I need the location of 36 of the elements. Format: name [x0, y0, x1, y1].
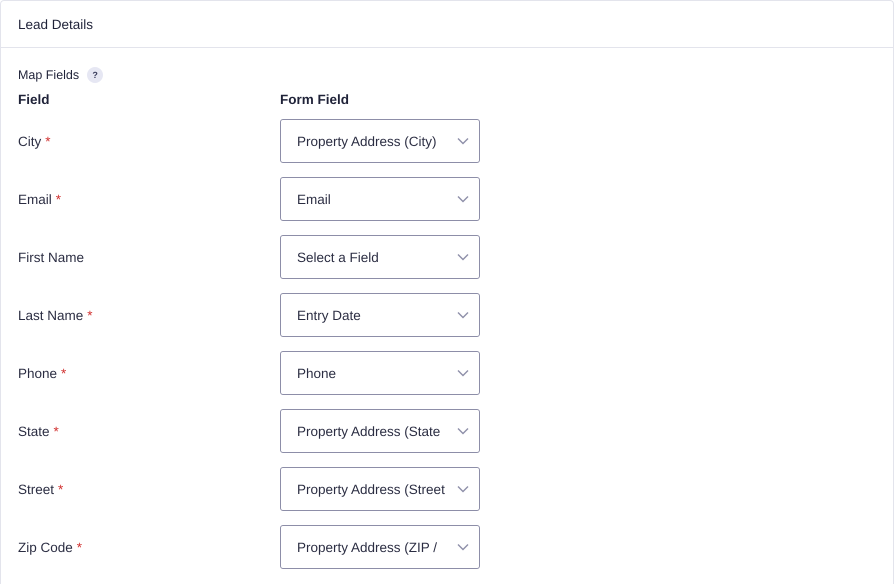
- chevron-down-icon: [457, 485, 469, 493]
- required-mark: *: [54, 424, 59, 438]
- form-field-select[interactable]: Property Address (ZIP /: [280, 525, 480, 569]
- chevron-down-icon: [457, 311, 469, 319]
- field-label: Street: [18, 482, 54, 496]
- field-label: First Name: [18, 250, 84, 264]
- form-field-select[interactable]: Property Address (Street: [280, 467, 480, 511]
- form-field-select[interactable]: Entry Date: [280, 293, 480, 337]
- required-mark: *: [61, 366, 66, 380]
- field-label: State: [18, 424, 50, 438]
- field-label: City: [18, 134, 42, 148]
- chevron-down-icon: [457, 369, 469, 377]
- required-mark: *: [58, 482, 64, 496]
- required-mark: *: [45, 134, 51, 148]
- chevron-down-icon: [457, 427, 469, 435]
- chevron-down-icon: [457, 195, 469, 203]
- chevron-down-icon: [457, 543, 469, 551]
- field-label: Zip Code: [18, 540, 73, 554]
- column-header: Form Field: [280, 92, 350, 107]
- required-mark: *: [56, 192, 62, 206]
- form-field-select[interactable]: Property Address (State: [280, 409, 480, 453]
- field-label: Last Name: [18, 308, 84, 322]
- help-badge[interactable]: ?: [87, 67, 104, 83]
- form-field-select[interactable]: Property Address (City): [280, 119, 480, 163]
- form-field-select[interactable]: Phone: [280, 351, 480, 395]
- column-header: Field: [18, 92, 51, 107]
- chevron-down-icon: [457, 137, 469, 145]
- field-label: Phone: [18, 366, 58, 380]
- chevron-down-icon: [457, 253, 469, 261]
- required-mark: *: [76, 540, 82, 554]
- section-label: Map Fields: [18, 68, 80, 82]
- field-label: Email: [18, 192, 52, 206]
- required-mark: *: [87, 308, 93, 322]
- panel-title: Lead Details: [18, 16, 94, 32]
- form-field-select[interactable]: Email: [280, 177, 480, 221]
- form-field-select[interactable]: Select a Field: [280, 235, 480, 279]
